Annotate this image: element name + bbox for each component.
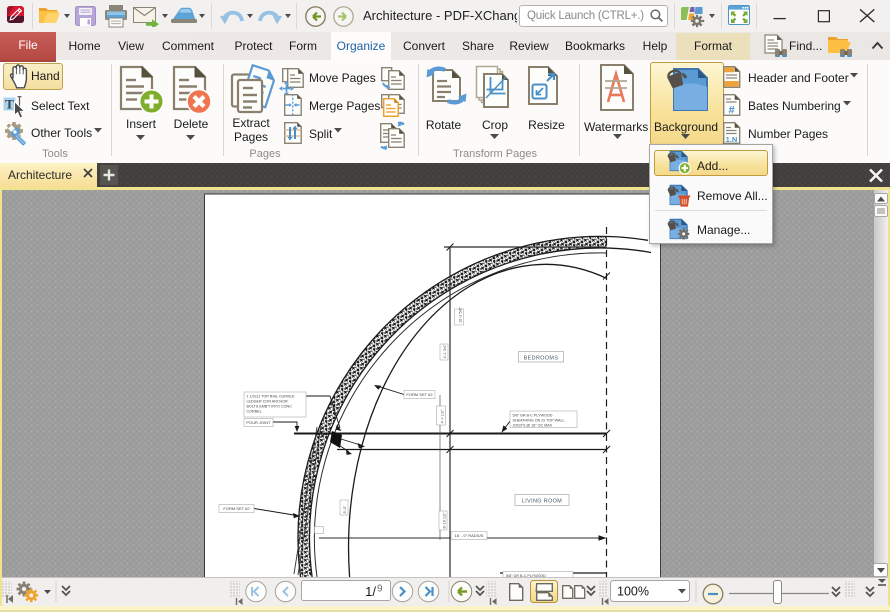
svg-text:BOLTS EMB'T INTO CONC: BOLTS EMB'T INTO CONC: [247, 405, 293, 409]
svg-text:100%: 100%: [617, 585, 649, 599]
svg-text:FORM SET #2: FORM SET #2: [406, 392, 433, 397]
svg-text:#: #: [728, 105, 734, 117]
svg-text:9'-3": 9'-3": [343, 505, 347, 513]
svg-text:5/8" GR B-C PLYWOOD: 5/8" GR B-C PLYWOOD: [513, 414, 553, 418]
svg-text:4'-1 3/4": 4'-1 3/4": [443, 344, 447, 359]
svg-text:1/: 1/: [365, 584, 376, 599]
svg-text:FORM SET #2: FORM SET #2: [223, 506, 250, 511]
svg-text:4'-7 1/2": 4'-7 1/2": [441, 409, 445, 424]
svg-text:T: T: [5, 97, 14, 112]
svg-text:JOISTS @ 16" OC MAX: JOISTS @ 16" OC MAX: [513, 424, 553, 428]
svg-text:10'-2 5/8": 10'-2 5/8": [459, 306, 463, 323]
svg-text:9: 9: [377, 584, 383, 595]
svg-text:1.N: 1.N: [726, 135, 738, 144]
svg-text:LIVING ROOM: LIVING ROOM: [522, 499, 562, 505]
svg-text:POUR JOINT: POUR JOINT: [246, 420, 271, 425]
svg-text:8'-10 1/2": 8'-10 1/2": [443, 512, 447, 529]
svg-text:BEDROOMS: BEDROOMS: [524, 355, 559, 361]
svg-text:16' - 0" RADIUS: 16' - 0" RADIUS: [455, 533, 484, 538]
svg-text:CORBEL: CORBEL: [247, 410, 262, 414]
svg-text:1 1/2x11 TOP RAIL CURVED: 1 1/2x11 TOP RAIL CURVED: [247, 395, 295, 399]
svg-text:LEDGER CON ANCHOR: LEDGER CON ANCHOR: [247, 400, 289, 404]
svg-text:SHEATHING ON 2x TOP WALL: SHEATHING ON 2x TOP WALL: [513, 419, 565, 423]
